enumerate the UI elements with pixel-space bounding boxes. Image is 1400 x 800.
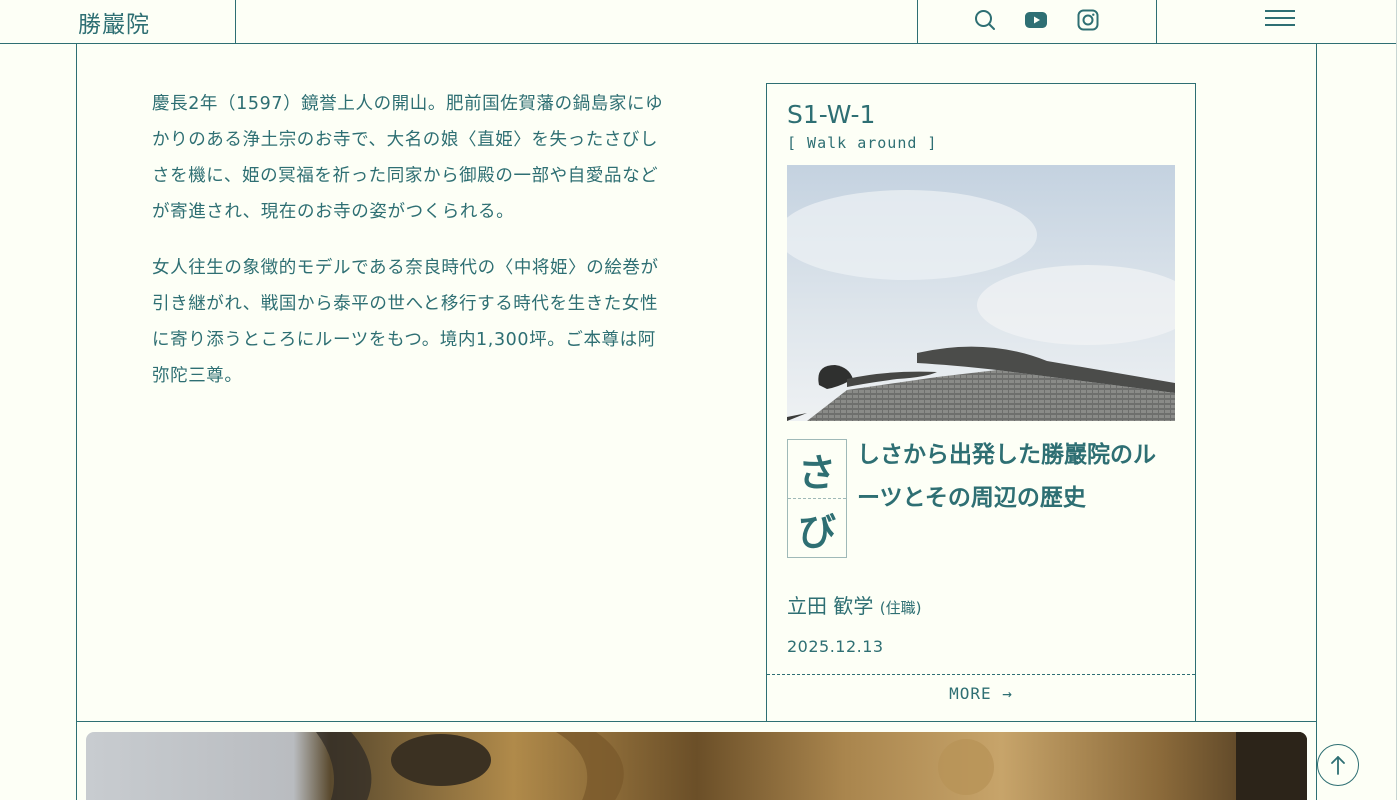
youtube-icon[interactable] — [1024, 8, 1048, 32]
title-kana-box: さ び — [787, 439, 847, 558]
search-icon[interactable] — [973, 8, 997, 32]
back-to-top-button[interactable] — [1317, 744, 1359, 786]
card-divider — [767, 674, 1195, 675]
section-divider — [76, 721, 1317, 722]
intro-text: 慶長2年（1597）鏡誉上人の開山。肥前国佐賀藩の鍋島家にゆかりのある浄土宗のお… — [152, 86, 672, 414]
intro-paragraph: 慶長2年（1597）鏡誉上人の開山。肥前国佐賀藩の鍋島家にゆかりのある浄土宗のお… — [152, 94, 664, 222]
frame-line — [1316, 44, 1317, 800]
more-button[interactable]: MORE → — [767, 684, 1195, 703]
header-divider — [917, 0, 918, 44]
card-title[interactable]: しさから出発した勝巖院のルーツとその周辺の歴史 — [857, 434, 1177, 520]
card-photo[interactable] — [787, 165, 1175, 421]
site-logo[interactable]: 勝巖院 — [78, 5, 150, 39]
card-code: S1-W-1 — [787, 100, 876, 129]
frame-line — [76, 44, 77, 800]
arrow-up-icon — [1331, 756, 1345, 775]
title-kana: さ — [788, 440, 846, 499]
menu-icon[interactable] — [1265, 10, 1295, 26]
card-date: 2025.12.13 — [787, 637, 884, 656]
feature-photo — [86, 732, 1307, 800]
instagram-icon[interactable] — [1076, 8, 1100, 32]
header-divider — [1156, 0, 1157, 44]
page-edge — [1396, 0, 1397, 800]
article-card[interactable]: S1-W-1 [ Walk around ] さ び しさから出発した勝巖院のル… — [766, 83, 1196, 721]
author-name: 立田 歓学 — [787, 594, 874, 618]
title-kana: び — [797, 510, 836, 554]
card-author: 立田 歓学 (住職) — [787, 590, 921, 619]
intro-paragraph: 女人往生の象徴的モデルである奈良時代の〈中将姫〉の絵巻が引き継がれ、戦国から泰平… — [152, 258, 659, 386]
card-subtitle: [ Walk around ] — [787, 134, 938, 152]
site-header: 勝巖院 — [0, 0, 1397, 44]
author-role: (住職) — [879, 599, 922, 617]
header-divider — [235, 0, 236, 44]
